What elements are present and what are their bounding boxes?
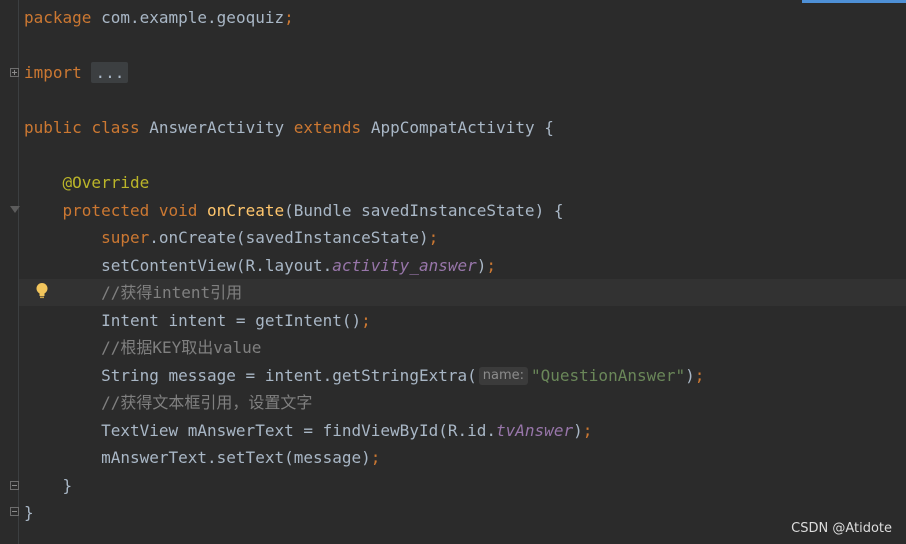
comment: //根据KEY取出value	[101, 338, 262, 357]
keyword: void	[158, 201, 198, 220]
parameter-hint: name:	[478, 367, 528, 385]
code-line-comment[interactable]: //获得intent引用	[24, 279, 242, 306]
brace: }	[62, 476, 73, 495]
scroll-indicator	[802, 0, 906, 3]
keyword: super	[101, 228, 150, 247]
semicolon: ;	[284, 8, 294, 27]
code-line-comment[interactable]: //获得文本框引用，设置文字	[24, 389, 312, 416]
code-line-import[interactable]: import ...	[24, 59, 129, 86]
code-line-intent[interactable]: Intent intent = getIntent();	[24, 307, 371, 334]
code-line-string-extra[interactable]: String message = intent.getStringExtra(n…	[24, 362, 704, 389]
layout-field: activity_answer	[332, 256, 477, 275]
code-line-annotation[interactable]: @Override	[24, 169, 150, 196]
code-line-settext[interactable]: mAnswerText.setText(message);	[24, 444, 380, 471]
parent-class: AppCompatActivity	[370, 118, 535, 137]
code-line-super[interactable]: super.onCreate(savedInstanceState);	[24, 224, 438, 251]
code-line-package[interactable]: package com.example.geoquiz;	[24, 4, 294, 31]
super-call: .onCreate(savedInstanceState)	[149, 228, 429, 247]
method-name: onCreate	[207, 201, 285, 220]
code-line-method[interactable]: protected void onCreate(Bundle savedInst…	[24, 197, 564, 224]
import-fold-placeholder[interactable]: ...	[91, 62, 129, 83]
textview-decl: TextView mAnswerText = findViewById(R.id…	[101, 421, 497, 440]
comment: //获得intent引用	[101, 283, 243, 302]
keyword: package	[24, 8, 92, 27]
comment: //获得文本框引用，设置文字	[101, 393, 313, 412]
editor-gutter[interactable]	[0, 0, 19, 544]
keyword: extends	[293, 118, 362, 137]
class-name: AnswerActivity	[149, 118, 285, 137]
code-editor[interactable]: package com.example.geoquiz; import ... …	[0, 0, 906, 544]
fold-method-icon[interactable]	[10, 206, 20, 213]
code-line-close-class[interactable]: }	[24, 499, 34, 526]
intent-decl: Intent intent = getIntent()	[101, 311, 362, 330]
code-line-comment[interactable]: //根据KEY取出value	[24, 334, 261, 361]
annotation: @Override	[62, 173, 150, 192]
code-line-class[interactable]: public class AnswerActivity extends AppC…	[24, 114, 554, 141]
keyword: import	[24, 63, 82, 82]
id-field: tvAnswer	[496, 421, 574, 440]
code-line-close-method[interactable]: }	[24, 472, 73, 499]
method-params: (Bundle savedInstanceState) {	[284, 201, 564, 220]
string-literal: "QuestionAnswer"	[531, 366, 686, 385]
settext-call: mAnswerText.setText(message)	[101, 448, 371, 467]
package-name: com.example.geoquiz	[101, 8, 285, 27]
code-line-textview[interactable]: TextView mAnswerText = findViewById(R.id…	[24, 417, 592, 444]
keyword: public	[24, 118, 82, 137]
brace: }	[24, 503, 34, 522]
string-decl: String message = intent.getStringExtra(	[101, 366, 477, 385]
keyword: protected	[62, 201, 150, 220]
fold-expand-icon[interactable]	[10, 68, 19, 77]
fold-collapse-icon[interactable]	[10, 481, 19, 490]
keyword: class	[91, 118, 140, 137]
code-line-setcontentview[interactable]: setContentView(R.layout.activity_answer)…	[24, 252, 496, 279]
set-content-call: setContentView(R.layout.	[101, 256, 333, 275]
watermark: CSDN @Atidote	[791, 521, 892, 536]
fold-collapse-class-icon[interactable]	[10, 507, 19, 516]
